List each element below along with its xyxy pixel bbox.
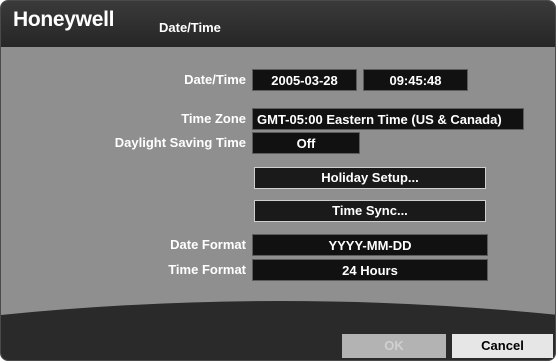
time-zone-label: Time Zone [181, 111, 246, 126]
holiday-setup-button[interactable]: Holiday Setup... [254, 167, 486, 189]
time-zone-select[interactable]: GMT-05:00 Eastern Time (US & Canada) [252, 108, 524, 130]
ok-button[interactable]: OK [342, 334, 446, 358]
title-bar: Honeywell Date/Time [1, 1, 555, 47]
settings-panel: Date/Time 2005-03-28 09:45:48 Time Zone … [1, 47, 555, 317]
date-format-select[interactable]: YYYY-MM-DD [252, 234, 488, 256]
date-time-label: Date/Time [184, 72, 246, 87]
dst-select[interactable]: Off [252, 132, 360, 154]
date-field[interactable]: 2005-03-28 [252, 69, 357, 91]
cancel-button[interactable]: Cancel [452, 334, 553, 358]
time-format-select[interactable]: 24 Hours [252, 259, 488, 281]
time-field[interactable]: 09:45:48 [363, 69, 468, 91]
dst-label: Daylight Saving Time [114, 135, 246, 150]
time-sync-button[interactable]: Time Sync... [254, 200, 486, 222]
time-format-label: Time Format [168, 262, 246, 277]
date-format-label: Date Format [170, 237, 246, 252]
date-time-dialog: Honeywell Date/Time Date/Time 2005-03-28… [0, 0, 556, 361]
brand-logo: Honeywell [13, 8, 115, 31]
dialog-title: Date/Time [159, 20, 221, 35]
